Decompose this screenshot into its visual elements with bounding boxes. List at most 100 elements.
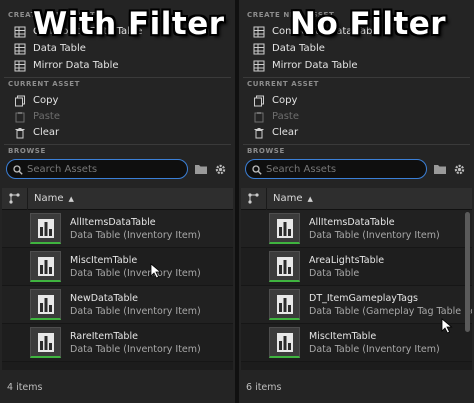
mirror-table-icon (253, 60, 265, 72)
item-count: 6 items (246, 382, 282, 393)
data-table-thumbnail-icon (269, 327, 300, 358)
paste-label: Paste (272, 111, 299, 122)
search-box[interactable] (6, 159, 188, 179)
search-row (4, 159, 231, 181)
data-table-thumbnail-icon (30, 327, 61, 358)
menu-item-label: Data Table (33, 43, 86, 54)
asset-picker-panel-unfiltered: CREATE NEW ASSET Composite Data Table Da… (239, 0, 474, 403)
asset-name: MiscItemTable (70, 254, 138, 266)
asset-name: RareItemTable (70, 330, 138, 342)
clear-label: Clear (33, 127, 60, 138)
menu-item-mirror-data-table[interactable]: Mirror Data Table (14, 58, 119, 73)
view-options-icon[interactable] (241, 188, 267, 210)
search-icon (13, 160, 23, 179)
clear-button[interactable]: Clear (14, 125, 59, 140)
menu-item-data-table[interactable]: Data Table (253, 41, 325, 56)
section-label-browse: BROWSE (8, 147, 46, 155)
asset-name: AreaLightsTable (309, 254, 385, 266)
paste-label: Paste (33, 111, 60, 122)
data-table-icon (253, 43, 265, 55)
list-item[interactable]: MiscItemTable Data Table (Inventory Item… (2, 248, 233, 286)
copy-label: Copy (272, 95, 298, 106)
list-item[interactable]: MiscItemTable Data Table (Inventory Item… (241, 324, 472, 362)
name-header-label: Name (34, 193, 64, 204)
asset-name: MiscItemTable (309, 330, 377, 342)
trash-icon (253, 127, 265, 139)
asset-list: Name ▲ AllItemsDataTable Data Table (Inv… (2, 188, 233, 370)
menu-item-label: Mirror Data Table (33, 60, 119, 71)
data-table-thumbnail-icon (30, 289, 61, 320)
list-item[interactable]: AllItemsDataTable Data Table (Inventory … (2, 210, 233, 248)
menu-item-label: Mirror Data Table (272, 60, 358, 71)
scrollbar[interactable] (465, 212, 470, 332)
paste-button[interactable]: Paste (14, 109, 60, 124)
copy-button[interactable]: Copy (14, 93, 58, 108)
clear-button[interactable]: Clear (253, 125, 298, 140)
asset-name: NewDataTable (70, 292, 138, 304)
data-table-thumbnail-icon (269, 289, 300, 320)
composite-table-icon (14, 26, 26, 38)
list-item[interactable]: AreaLightsTable Data Table (241, 248, 472, 286)
search-box[interactable] (245, 159, 427, 179)
mouse-cursor-icon (441, 318, 453, 334)
menu-item-label: Data Table (272, 43, 325, 54)
asset-type: Data Table (Inventory Item) (70, 229, 201, 241)
section-label-create: CREATE NEW ASSET (247, 11, 335, 19)
search-input[interactable] (27, 163, 177, 175)
paste-button[interactable]: Paste (253, 109, 299, 124)
asset-type: Data Table (Inventory Item) (309, 343, 440, 355)
asset-list: Name ▲ AllItemsDataTable Data Table (Inv… (241, 188, 472, 370)
name-column-header[interactable]: Name ▲ (28, 193, 74, 204)
list-item[interactable]: AllItemsDataTable Data Table (Inventory … (241, 210, 472, 248)
search-icon (252, 160, 262, 179)
sort-ascending-icon: ▲ (68, 194, 74, 203)
asset-type: Data Table (Inventory Item) (309, 229, 440, 241)
asset-name: DT_ItemGameplayTags (309, 292, 418, 304)
folder-icon[interactable] (194, 162, 208, 176)
data-table-thumbnail-icon (30, 213, 61, 244)
name-column-header[interactable]: Name ▲ (267, 193, 313, 204)
data-table-thumbnail-icon (269, 251, 300, 282)
asset-type: Data Table (Inventory Item) (70, 267, 201, 279)
asset-rows: AllItemsDataTable Data Table (Inventory … (2, 210, 233, 370)
divider (243, 144, 470, 145)
settings-gear-icon[interactable] (213, 162, 227, 176)
divider (243, 77, 470, 78)
mirror-table-icon (14, 60, 26, 72)
list-item[interactable]: RareItemTable Data Table (Inventory Item… (2, 324, 233, 362)
section-label-current: CURRENT ASSET (247, 80, 319, 88)
view-options-icon[interactable] (2, 188, 28, 210)
data-table-icon (14, 43, 26, 55)
asset-rows: AllItemsDataTable Data Table (Inventory … (241, 210, 472, 370)
asset-type: Data Table (Inventory Item) (70, 343, 201, 355)
asset-type: Data Table (Gameplay Tag Table Row) (309, 305, 472, 317)
folder-icon[interactable] (433, 162, 447, 176)
search-input[interactable] (266, 163, 416, 175)
section-label-create: CREATE NEW ASSET (8, 11, 96, 19)
data-table-thumbnail-icon (30, 251, 61, 282)
clear-label: Clear (272, 127, 299, 138)
copy-button[interactable]: Copy (253, 93, 297, 108)
copy-icon (14, 95, 26, 107)
asset-picker-panel-filtered: CREATE NEW ASSET Composite Data Table Da… (0, 0, 235, 403)
search-row (243, 159, 470, 181)
list-item[interactable]: NewDataTable Data Table (Inventory Item) (2, 286, 233, 324)
menu-item-composite-data-table[interactable]: Composite Data Table (14, 24, 142, 39)
menu-item-composite-data-table[interactable]: Composite Data Table (253, 24, 381, 39)
divider (4, 144, 231, 145)
paste-icon (14, 111, 26, 123)
list-item[interactable]: DT_ItemGameplayTags Data Table (Gameplay… (241, 286, 472, 324)
settings-gear-icon[interactable] (452, 162, 466, 176)
copy-icon (253, 95, 265, 107)
menu-item-data-table[interactable]: Data Table (14, 41, 86, 56)
section-label-browse: BROWSE (247, 147, 285, 155)
menu-item-label: Composite Data Table (33, 26, 143, 37)
asset-name: AllItemsDataTable (309, 216, 395, 228)
menu-item-mirror-data-table[interactable]: Mirror Data Table (253, 58, 358, 73)
data-table-thumbnail-icon (269, 213, 300, 244)
name-header-label: Name (273, 193, 303, 204)
list-header: Name ▲ (241, 188, 472, 210)
copy-label: Copy (33, 95, 59, 106)
divider (4, 77, 231, 78)
asset-type: Data Table (309, 267, 360, 279)
